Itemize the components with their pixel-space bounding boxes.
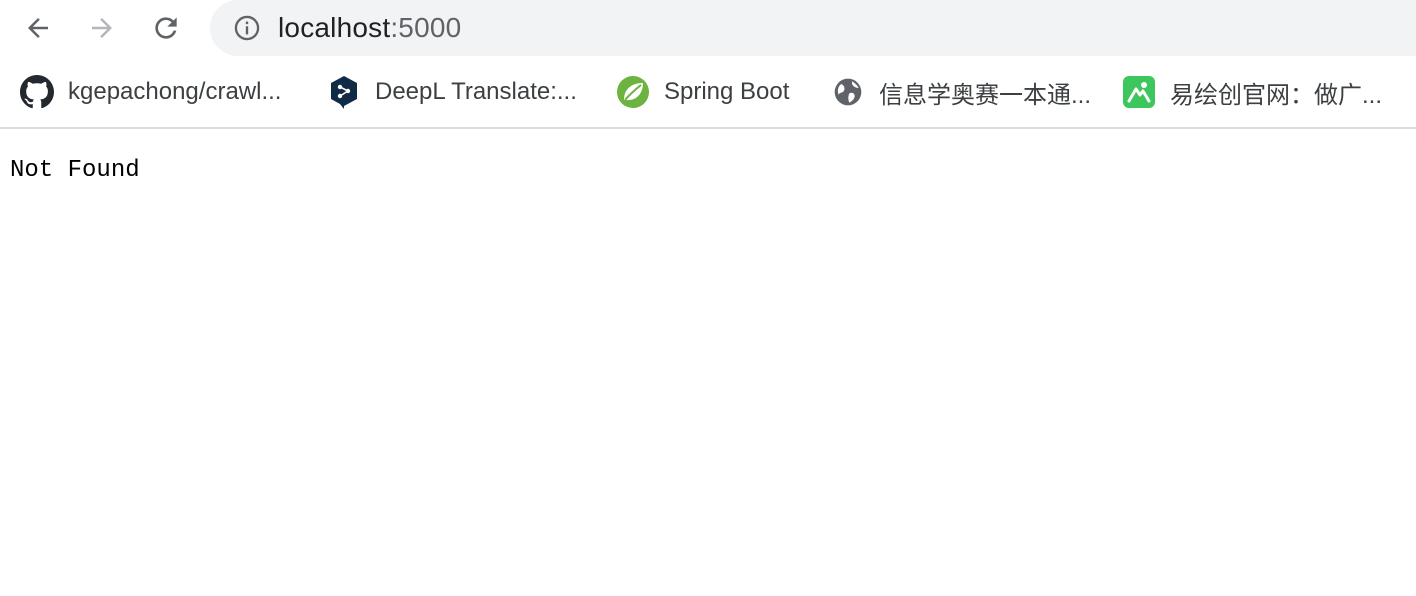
arrow-right-icon [92, 18, 112, 38]
github-icon [20, 75, 54, 109]
bookmark-xinxixue[interactable]: 信息学奥赛一本通... [831, 74, 1091, 110]
deepl-icon [327, 75, 361, 109]
forward-button[interactable] [82, 8, 122, 48]
browser-chrome: localhost:5000 kgepachong/crawl... DeepL… [0, 0, 1416, 129]
back-button[interactable] [18, 8, 58, 48]
bookmark-label: DeepL Translate:... [375, 78, 577, 105]
bookmarks-bar: kgepachong/crawl... DeepL Translate:... [0, 62, 1416, 122]
address-bar[interactable]: localhost:5000 [210, 0, 1416, 56]
bookmark-yihuichuang[interactable]: 易绘创官网：做广... [1122, 74, 1382, 110]
bookmark-label: kgepachong/crawl... [68, 78, 282, 105]
page-content: Not Found [0, 129, 1416, 596]
bookmark-label: 信息学奥赛一本通... [879, 81, 1092, 109]
url-host: localhost [278, 12, 391, 43]
arrow-left-icon [28, 18, 48, 38]
reload-icon [155, 17, 177, 39]
info-icon[interactable] [232, 13, 262, 43]
bookmark-github[interactable]: kgepachong/crawl... [20, 74, 281, 110]
bookmark-label: 易绘创官网：做广... [1170, 81, 1383, 109]
bookmark-label: Spring Boot [664, 78, 790, 105]
reload-button[interactable] [146, 8, 186, 48]
yihuichuang-icon [1122, 75, 1156, 109]
browser-toolbar: localhost:5000 [0, 0, 1416, 60]
url-text[interactable]: localhost:5000 [278, 12, 461, 44]
bookmark-deepl[interactable]: DeepL Translate:... [327, 74, 577, 110]
globe-icon [831, 75, 865, 109]
bookmark-spring-boot[interactable]: Spring Boot [616, 74, 789, 110]
not-found-message: Not Found [10, 157, 140, 184]
spring-leaf-icon [616, 75, 650, 109]
url-port: :5000 [390, 12, 462, 43]
